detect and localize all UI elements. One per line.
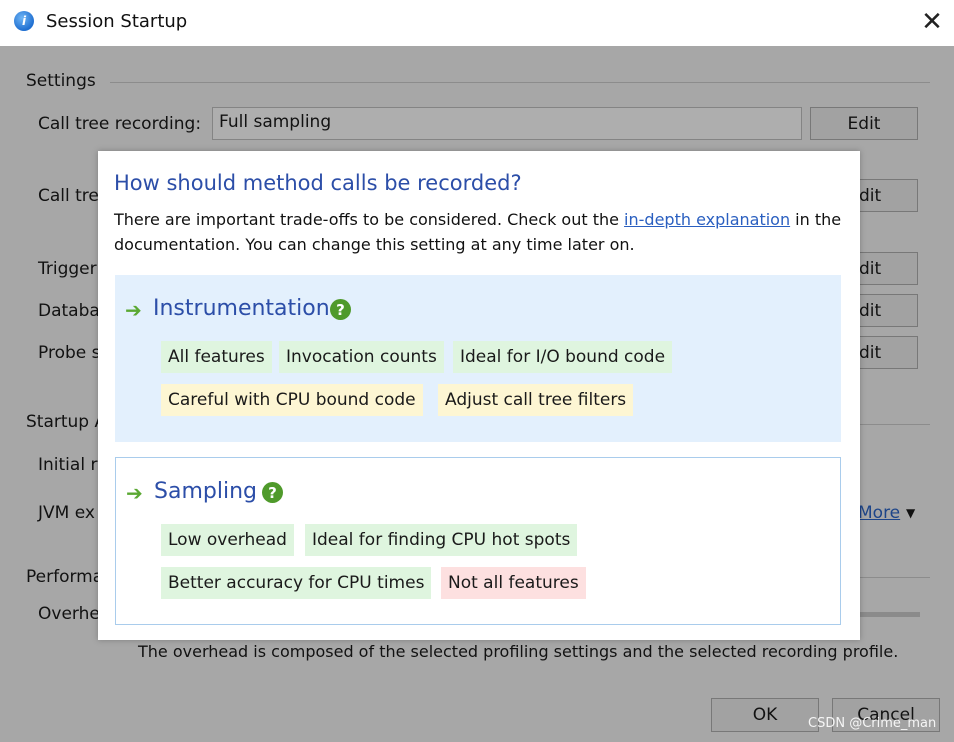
performance-header: Performa — [26, 567, 104, 587]
chip-better-accuracy: Better accuracy for CPU times — [161, 567, 432, 599]
chevron-down-icon[interactable]: ▼ — [906, 506, 915, 520]
chip-all-features: All features — [161, 341, 272, 373]
more-link[interactable]: More — [858, 503, 900, 523]
chip-invocation-counts: Invocation counts — [279, 341, 444, 373]
initial-recording-label: Initial r — [38, 455, 98, 475]
chip-ideal-io-bound: Ideal for I/O bound code — [453, 341, 673, 373]
overhead-slider[interactable] — [860, 612, 920, 617]
sampling-title: Sampling — [154, 479, 257, 504]
in-depth-explanation-link[interactable]: in-depth explanation — [624, 210, 790, 229]
recording-mode-popup: How should method calls be recorded? The… — [98, 151, 860, 640]
jvm-exit-label: JVM ex — [38, 503, 95, 523]
overhead-label: Overhe — [38, 604, 100, 624]
performance-divider — [860, 577, 930, 578]
title-bar: i Session Startup ✕ — [0, 0, 954, 47]
instrumentation-option[interactable]: ➔ Instrumentation ? All features Invocat… — [115, 275, 841, 442]
edit-recording-button[interactable]: Edit — [810, 107, 918, 140]
settings-header: Settings — [26, 71, 96, 91]
window-title: Session Startup — [46, 11, 188, 32]
overhead-note: The overhead is composed of the selected… — [138, 642, 899, 661]
popup-description: There are important trade-offs to be con… — [114, 207, 844, 257]
popup-title: How should method calls be recorded? — [114, 171, 522, 195]
startup-divider — [860, 424, 930, 425]
probes-label: Probe s — [38, 343, 101, 363]
chip-low-overhead: Low overhead — [161, 524, 294, 556]
close-icon[interactable]: ✕ — [918, 6, 946, 38]
startup-header: Startup A — [26, 412, 107, 432]
question-help-icon[interactable]: ? — [262, 482, 283, 503]
question-help-icon[interactable]: ? — [330, 299, 351, 320]
triggers-label: Trigger — [38, 259, 97, 279]
app-icon: i — [14, 11, 34, 31]
watermark: CSDN @Crime_man — [808, 716, 937, 731]
call-tree-recording-label: Call tree recording: — [38, 114, 202, 134]
call-tree-filters-label: Call tre — [38, 186, 99, 206]
call-tree-recording-field[interactable]: Full sampling — [212, 107, 802, 140]
settings-divider — [110, 82, 930, 83]
chip-not-all-features: Not all features — [441, 567, 586, 599]
databases-label: Databa — [38, 301, 100, 321]
chip-adjust-filters: Adjust call tree filters — [438, 384, 634, 416]
description-text: There are important trade-offs to be con… — [114, 210, 625, 229]
chip-ideal-cpu-hot-spots: Ideal for finding CPU hot spots — [305, 524, 578, 556]
right-arrow-icon: ➔ — [125, 298, 142, 322]
instrumentation-title: Instrumentation — [153, 296, 330, 321]
ok-button[interactable]: OK — [711, 698, 819, 732]
chip-careful-cpu-bound: Careful with CPU bound code — [161, 384, 423, 416]
right-arrow-icon: ➔ — [126, 481, 143, 505]
sampling-option[interactable]: ➔ Sampling ? Low overhead Ideal for find… — [115, 457, 841, 625]
